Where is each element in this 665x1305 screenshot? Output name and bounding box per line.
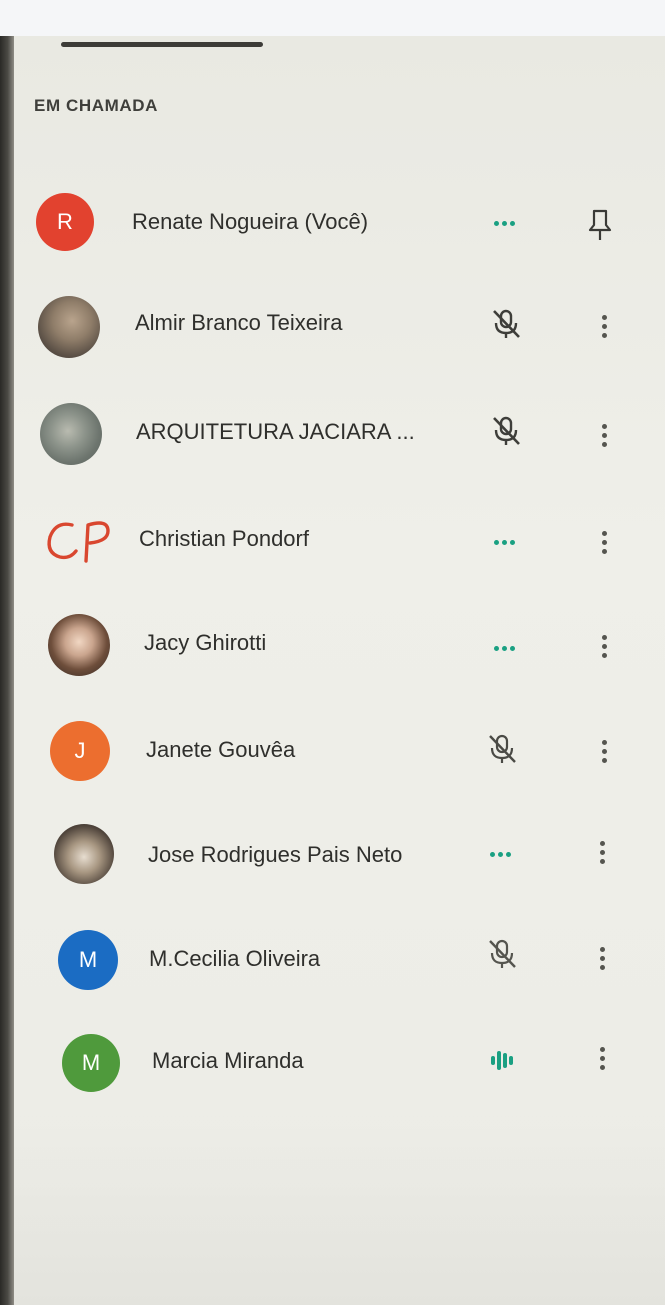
more-vert-icon xyxy=(601,530,607,554)
more-options-button[interactable] xyxy=(586,522,622,562)
monitor-bezel xyxy=(0,36,14,1305)
avatar: R xyxy=(36,193,94,251)
participant-name: Jacy Ghirotti xyxy=(144,630,267,655)
participant-row[interactable]: ARQUITETURA JACIARA ... xyxy=(40,393,660,473)
avatar xyxy=(54,824,114,884)
participant-row[interactable]: J Janete Gouvêa xyxy=(50,711,665,791)
participant-name: Janete Gouvêa xyxy=(146,737,296,762)
participant-name: ARQUITETURA JACIARA ... xyxy=(136,419,415,444)
more-options-button[interactable] xyxy=(584,938,620,978)
avatar: M xyxy=(58,930,118,990)
mic-off-icon xyxy=(486,413,526,449)
more-vert-icon xyxy=(601,739,607,763)
audio-level-icon xyxy=(482,1042,522,1078)
participant-row[interactable]: R Renate Nogueira (Você) xyxy=(36,181,656,261)
more-vert-icon xyxy=(601,314,607,338)
more-options-button[interactable] xyxy=(584,1038,620,1078)
more-options-button[interactable] xyxy=(586,415,622,455)
speaking-dots-icon xyxy=(484,205,524,241)
participant-list: R Renate Nogueira (Você) Almir Branco Te… xyxy=(14,36,665,1305)
more-options-button[interactable] xyxy=(584,832,620,872)
more-options-button[interactable] xyxy=(586,731,622,771)
participant-name: Christian Pondorf xyxy=(139,526,309,551)
more-vert-icon xyxy=(599,840,605,864)
participant-name: M.Cecilia Oliveira xyxy=(149,946,321,971)
participant-name: Jose Rodrigues Pais Neto xyxy=(148,842,403,867)
screen-photo: EM CHAMADA R Renate Nogueira (Você) Almi… xyxy=(0,0,665,1305)
participant-row[interactable]: Jose Rodrigues Pais Neto xyxy=(54,814,665,894)
speaking-dots-icon xyxy=(480,836,520,872)
more-vert-icon xyxy=(599,1046,605,1070)
participant-name: Renate Nogueira (Você) xyxy=(132,209,369,234)
panel-bottom-area xyxy=(14,1125,665,1305)
participant-row[interactable]: Christian Pondorf xyxy=(42,500,662,580)
avatar-initial: R xyxy=(57,209,73,234)
participant-row[interactable]: Almir Branco Teixeira xyxy=(38,286,658,366)
avatar xyxy=(38,296,100,358)
participants-panel: EM CHAMADA R Renate Nogueira (Você) Almi… xyxy=(14,36,665,1305)
mic-off-icon xyxy=(482,731,522,767)
avatar-initial: M xyxy=(81,1050,101,1075)
participant-row[interactable]: M M.Cecilia Oliveira xyxy=(58,922,665,1002)
more-options-button[interactable] xyxy=(586,306,622,346)
participant-name: Marcia Miranda xyxy=(152,1048,304,1073)
handwritten-initials-icon xyxy=(47,521,110,563)
pin-button[interactable] xyxy=(582,205,618,245)
more-vert-icon xyxy=(601,634,607,658)
participant-row[interactable]: Jacy Ghirotti xyxy=(48,606,665,686)
avatar xyxy=(48,614,110,676)
avatar-initial: J xyxy=(74,738,86,763)
avatar xyxy=(42,510,118,572)
participant-row[interactable]: M Marcia Miranda xyxy=(62,1028,665,1108)
speaking-dots-icon xyxy=(484,630,524,666)
more-vert-icon xyxy=(599,946,605,970)
top-band xyxy=(0,0,665,36)
participant-name: Almir Branco Teixeira xyxy=(135,310,343,335)
more-vert-icon xyxy=(601,423,607,447)
pin-icon xyxy=(588,209,612,240)
avatar-initial: M xyxy=(78,947,98,972)
avatar: M xyxy=(62,1034,120,1092)
more-options-button[interactable] xyxy=(586,626,622,666)
speaking-dots-icon xyxy=(484,524,524,560)
mic-off-icon xyxy=(482,936,522,972)
avatar: J xyxy=(50,721,110,781)
avatar xyxy=(40,403,102,465)
mic-off-icon xyxy=(486,306,526,342)
